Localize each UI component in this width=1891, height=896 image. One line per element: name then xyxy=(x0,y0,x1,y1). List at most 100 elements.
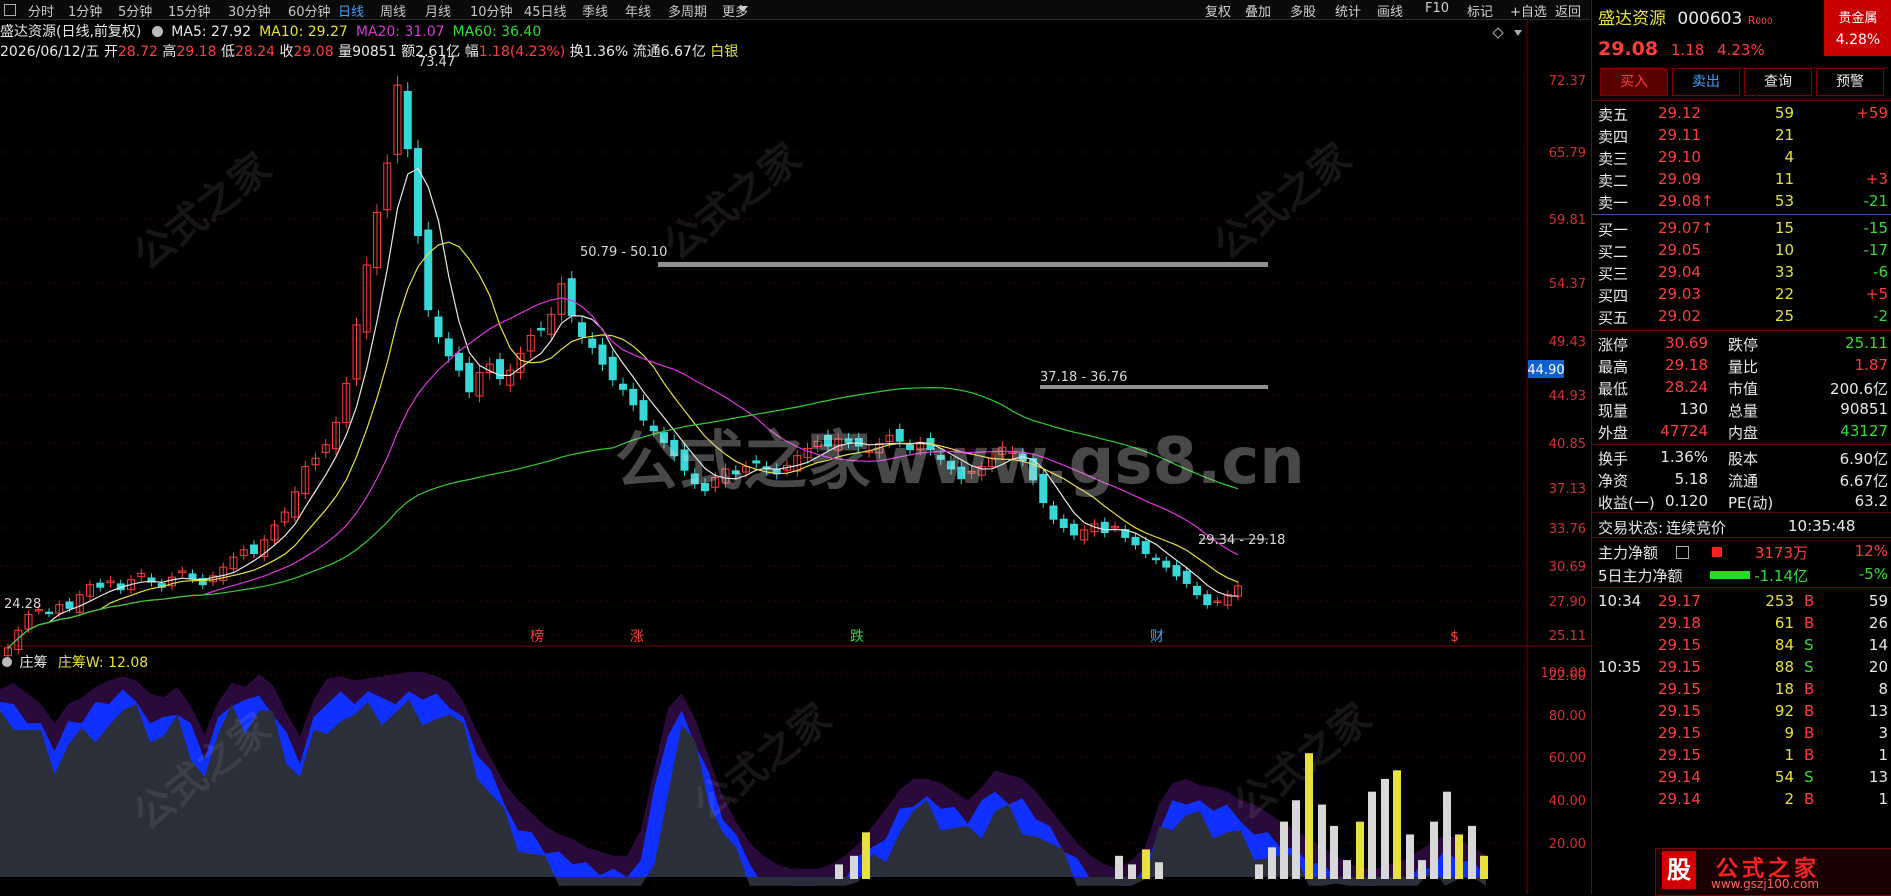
sector-tag[interactable]: 贵金属 4.28% xyxy=(1824,0,1891,56)
chip-bar-25 xyxy=(1480,855,1488,879)
chip-bar-14 xyxy=(1343,860,1351,879)
sell-row-0: 卖五 29.12 59 +59 xyxy=(1598,104,1888,124)
candle-body-4 xyxy=(45,611,53,615)
candle-body-44 xyxy=(455,352,463,371)
event-mark-1: 涨 xyxy=(630,629,644,645)
ind-tick-1: 80.00 xyxy=(1549,709,1586,724)
period-tab-3[interactable]: 15分钟 xyxy=(168,1,211,20)
gear-icon[interactable] xyxy=(2,657,12,667)
buy-button[interactable]: 买入 xyxy=(1600,68,1668,96)
period-tab-6[interactable]: 日线 xyxy=(338,1,364,20)
chip-bar-21 xyxy=(1430,821,1438,879)
chip-bar-22 xyxy=(1443,791,1451,879)
toolbar-button-4[interactable]: 画线 xyxy=(1377,1,1403,20)
stat-row-3: 现量 130 总量 90851 xyxy=(1598,400,1888,420)
chip-bar-16 xyxy=(1368,791,1376,879)
period-tab-5[interactable]: 60分钟 xyxy=(288,1,331,20)
candle-body-58 xyxy=(598,344,607,365)
stat2-row-2: 收益(一) 0.120 PE(动) 63.2 xyxy=(1598,492,1888,512)
candle-body-39 xyxy=(403,90,412,150)
toolbar-button-0[interactable]: 复权 xyxy=(1205,1,1231,20)
period-tab-4[interactable]: 30分钟 xyxy=(228,1,271,20)
ohlc-line: 2026/06/12/五 开28.72 高29.18 低28.24 收29.08… xyxy=(0,44,739,60)
toolbar-button-1[interactable]: 叠加 xyxy=(1245,1,1271,20)
settings-icon[interactable] xyxy=(151,26,163,37)
chip-bar-9 xyxy=(1280,821,1288,879)
chip-bar-17 xyxy=(1381,778,1389,879)
chip-bar-1 xyxy=(850,855,858,879)
period-toolbar: 分时 1分钟 5分钟 15分钟 30分钟 60分钟 日线 周线 月线 10分钟 45日线 季线 年线 多周… xyxy=(0,0,1590,20)
period-tab-13[interactable]: 多周期 xyxy=(668,1,707,20)
chip-bar-3 xyxy=(1115,855,1123,879)
sell-row-1: 卖四 29.11 21 xyxy=(1598,126,1794,146)
toolbar-button-3[interactable]: 统计 xyxy=(1335,1,1361,20)
candle-body-111 xyxy=(1141,541,1150,554)
period-tab-1[interactable]: 1分钟 xyxy=(68,1,102,20)
candle-body-18 xyxy=(188,573,197,579)
candle-body-59 xyxy=(608,356,617,381)
query-button[interactable]: 查询 xyxy=(1744,68,1812,96)
candle-body-41 xyxy=(424,229,433,311)
candle-body-56 xyxy=(578,322,586,338)
candle-body-24 xyxy=(250,544,258,554)
annotation-range2: 37.18 - 36.76 xyxy=(1040,370,1127,385)
diamond-icon xyxy=(1492,27,1504,39)
period-tab-8[interactable]: 月线 xyxy=(425,1,451,20)
candle-body-115 xyxy=(1182,570,1191,584)
stat2-row-1: 净资 5.18 流通 6.67亿 xyxy=(1598,470,1888,490)
candle-body-104 xyxy=(1070,523,1078,536)
annotation-min: 24.28 xyxy=(4,597,41,612)
ind-tick-3: 40.00 xyxy=(1549,794,1586,809)
chip-bar-8 xyxy=(1268,847,1276,879)
period-tab-10[interactable]: 45日线 xyxy=(524,1,567,20)
toolbar-button-5[interactable]: F10 xyxy=(1425,1,1449,16)
price-tick-6: 40.85 xyxy=(1549,437,1586,452)
period-tab-11[interactable]: 季线 xyxy=(582,1,608,20)
chip-bar-7 xyxy=(1255,864,1263,879)
chip-bar-0 xyxy=(835,864,843,879)
period-tab-2[interactable]: 5分钟 xyxy=(118,1,152,20)
toolbar-button-8[interactable]: 返回 xyxy=(1555,1,1581,20)
toolbar-button-6[interactable]: 标记 xyxy=(1467,1,1493,20)
tick-row-7: 29.15 1 B 1 xyxy=(1658,746,1888,764)
candle-body-9 xyxy=(96,582,105,588)
period-tab-7[interactable]: 周线 xyxy=(380,1,406,20)
period-tab-12[interactable]: 年线 xyxy=(625,1,651,20)
price-line: 29.08 1.18 4.23% xyxy=(1598,38,1765,60)
stock-title: 盛达资源(日线,前复权) xyxy=(0,24,142,40)
sell-row-4: 卖一 29.08↑ 53 -21 xyxy=(1598,192,1888,212)
ind-tick-0: 100.00 xyxy=(1541,666,1587,681)
price-tick-0: 72.37 xyxy=(1549,74,1586,89)
chip-bar-10 xyxy=(1292,800,1300,879)
toolbar-button-2[interactable]: 多股 xyxy=(1290,1,1316,20)
event-mark-4: $ xyxy=(1450,629,1459,645)
candle-body-55 xyxy=(567,278,576,317)
tick-row-0: 10:34 29.17 253 B 59 xyxy=(1598,592,1888,610)
sell-button[interactable]: 卖出 xyxy=(1672,68,1740,96)
window-icon[interactable] xyxy=(4,4,16,16)
price-tick-7: 37.13 xyxy=(1549,482,1586,497)
watermark-center: 公式之家www.gs8.cn xyxy=(615,425,1305,499)
buy-row-1: 买二 29.05 10 -17 xyxy=(1598,241,1888,261)
candle-body-42 xyxy=(434,316,443,338)
candle-body-45 xyxy=(465,362,474,393)
stat-row-2: 最低 28.24 市值 200.6亿 xyxy=(1598,378,1888,398)
period-tab-9[interactable]: 10分钟 xyxy=(470,1,513,20)
range-bar-2 xyxy=(1040,385,1268,389)
annotation-range1: 50.79 - 50.10 xyxy=(580,245,667,260)
candle-body-40 xyxy=(414,148,422,237)
stat-row-1: 最高 29.18 量比 1.87 xyxy=(1598,356,1888,376)
more-chevron-icon[interactable] xyxy=(738,6,748,12)
alert-button[interactable]: 预警 xyxy=(1816,68,1884,96)
chip-bar-23 xyxy=(1455,834,1463,879)
price-tick-8: 33.76 xyxy=(1549,522,1586,537)
indicator-header: 庄筹 庄筹W: 12.08 xyxy=(2,652,148,672)
toolbar-button-7[interactable]: +自选 xyxy=(1510,1,1547,20)
stock-name-line: 盛达资源 000603 R000 xyxy=(1598,9,1773,29)
period-tab-0[interactable]: 分时 xyxy=(28,1,54,20)
detail-icon[interactable] xyxy=(1676,546,1689,559)
candle-body-61 xyxy=(629,388,638,406)
tick-row-2: 29.15 84 S 14 xyxy=(1658,636,1888,654)
tick-row-1: 29.18 61 B 26 xyxy=(1658,614,1888,632)
event-mark-0: 榜 xyxy=(530,628,544,645)
